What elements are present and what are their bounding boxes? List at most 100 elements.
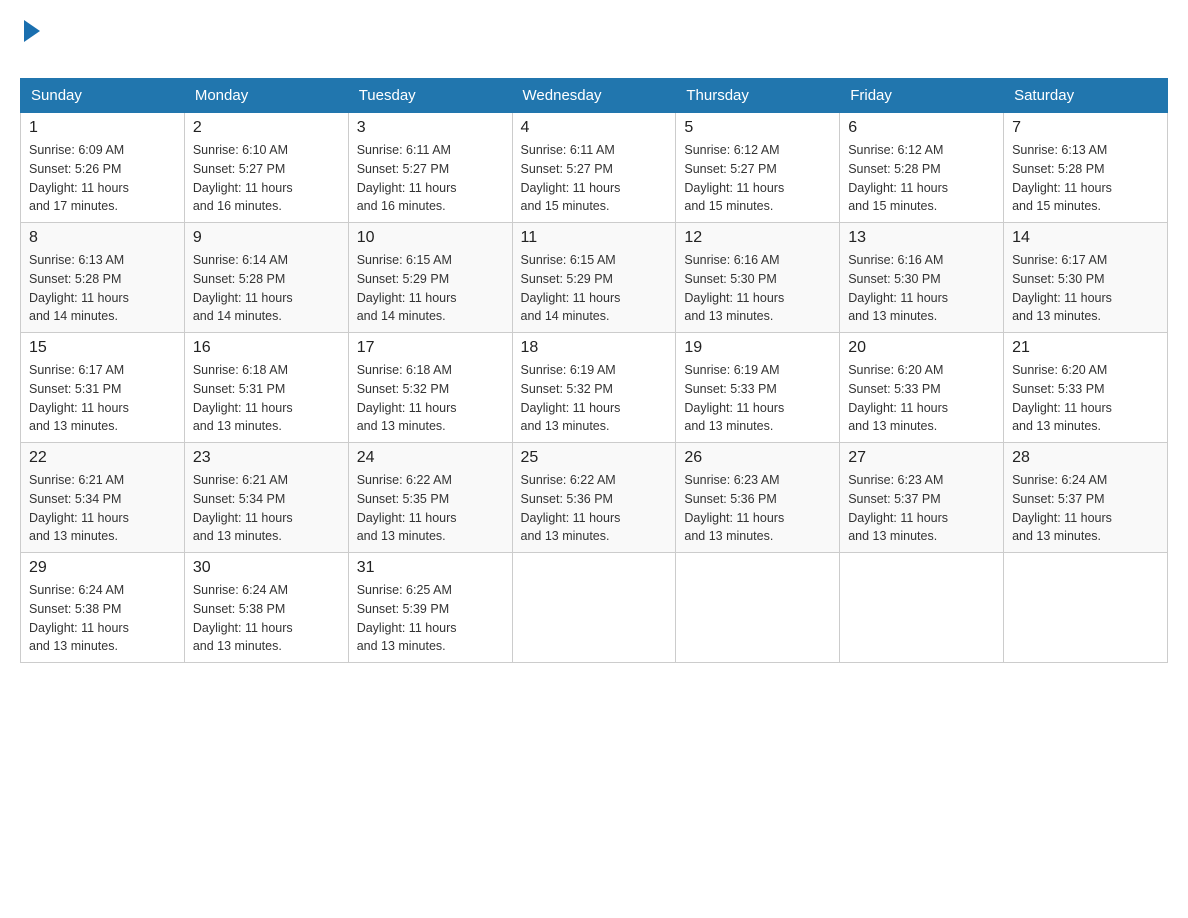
calendar-cell: 23 Sunrise: 6:21 AM Sunset: 5:34 PM Dayl… xyxy=(184,443,348,553)
day-info: Sunrise: 6:16 AM Sunset: 5:30 PM Dayligh… xyxy=(684,251,831,326)
day-info: Sunrise: 6:18 AM Sunset: 5:31 PM Dayligh… xyxy=(193,361,340,436)
day-info: Sunrise: 6:19 AM Sunset: 5:32 PM Dayligh… xyxy=(521,361,668,436)
calendar-cell: 8 Sunrise: 6:13 AM Sunset: 5:28 PM Dayli… xyxy=(21,223,185,333)
calendar-cell: 18 Sunrise: 6:19 AM Sunset: 5:32 PM Dayl… xyxy=(512,333,676,443)
day-info: Sunrise: 6:14 AM Sunset: 5:28 PM Dayligh… xyxy=(193,251,340,326)
calendar-cell: 10 Sunrise: 6:15 AM Sunset: 5:29 PM Dayl… xyxy=(348,223,512,333)
calendar-cell: 19 Sunrise: 6:19 AM Sunset: 5:33 PM Dayl… xyxy=(676,333,840,443)
calendar-cell: 26 Sunrise: 6:23 AM Sunset: 5:36 PM Dayl… xyxy=(676,443,840,553)
calendar-cell xyxy=(840,553,1004,663)
calendar-cell: 27 Sunrise: 6:23 AM Sunset: 5:37 PM Dayl… xyxy=(840,443,1004,553)
day-info: Sunrise: 6:11 AM Sunset: 5:27 PM Dayligh… xyxy=(357,141,504,216)
calendar-cell: 2 Sunrise: 6:10 AM Sunset: 5:27 PM Dayli… xyxy=(184,113,348,223)
day-number: 16 xyxy=(193,339,340,357)
day-info: Sunrise: 6:13 AM Sunset: 5:28 PM Dayligh… xyxy=(29,251,176,326)
day-info: Sunrise: 6:16 AM Sunset: 5:30 PM Dayligh… xyxy=(848,251,995,326)
day-info: Sunrise: 6:20 AM Sunset: 5:33 PM Dayligh… xyxy=(848,361,995,436)
calendar-week-row: 22 Sunrise: 6:21 AM Sunset: 5:34 PM Dayl… xyxy=(21,443,1168,553)
day-number: 7 xyxy=(1012,119,1159,137)
day-info: Sunrise: 6:17 AM Sunset: 5:31 PM Dayligh… xyxy=(29,361,176,436)
calendar-week-row: 8 Sunrise: 6:13 AM Sunset: 5:28 PM Dayli… xyxy=(21,223,1168,333)
calendar-cell: 11 Sunrise: 6:15 AM Sunset: 5:29 PM Dayl… xyxy=(512,223,676,333)
weekday-header-monday: Monday xyxy=(184,79,348,113)
day-info: Sunrise: 6:22 AM Sunset: 5:36 PM Dayligh… xyxy=(521,471,668,546)
day-info: Sunrise: 6:18 AM Sunset: 5:32 PM Dayligh… xyxy=(357,361,504,436)
calendar-cell: 12 Sunrise: 6:16 AM Sunset: 5:30 PM Dayl… xyxy=(676,223,840,333)
calendar-cell xyxy=(512,553,676,663)
day-info: Sunrise: 6:21 AM Sunset: 5:34 PM Dayligh… xyxy=(193,471,340,546)
calendar-cell: 17 Sunrise: 6:18 AM Sunset: 5:32 PM Dayl… xyxy=(348,333,512,443)
calendar-cell xyxy=(676,553,840,663)
day-number: 24 xyxy=(357,449,504,467)
day-number: 22 xyxy=(29,449,176,467)
calendar-cell: 28 Sunrise: 6:24 AM Sunset: 5:37 PM Dayl… xyxy=(1004,443,1168,553)
calendar-cell: 5 Sunrise: 6:12 AM Sunset: 5:27 PM Dayli… xyxy=(676,113,840,223)
day-number: 30 xyxy=(193,559,340,577)
calendar-cell: 31 Sunrise: 6:25 AM Sunset: 5:39 PM Dayl… xyxy=(348,553,512,663)
day-info: Sunrise: 6:24 AM Sunset: 5:37 PM Dayligh… xyxy=(1012,471,1159,546)
day-info: Sunrise: 6:22 AM Sunset: 5:35 PM Dayligh… xyxy=(357,471,504,546)
day-number: 25 xyxy=(521,449,668,467)
calendar-cell: 13 Sunrise: 6:16 AM Sunset: 5:30 PM Dayl… xyxy=(840,223,1004,333)
calendar-cell: 22 Sunrise: 6:21 AM Sunset: 5:34 PM Dayl… xyxy=(21,443,185,553)
calendar-cell: 30 Sunrise: 6:24 AM Sunset: 5:38 PM Dayl… xyxy=(184,553,348,663)
weekday-header-saturday: Saturday xyxy=(1004,79,1168,113)
calendar-cell: 9 Sunrise: 6:14 AM Sunset: 5:28 PM Dayli… xyxy=(184,223,348,333)
day-info: Sunrise: 6:25 AM Sunset: 5:39 PM Dayligh… xyxy=(357,581,504,656)
weekday-header-wednesday: Wednesday xyxy=(512,79,676,113)
day-number: 27 xyxy=(848,449,995,467)
weekday-header-tuesday: Tuesday xyxy=(348,79,512,113)
day-number: 1 xyxy=(29,119,176,137)
day-number: 29 xyxy=(29,559,176,577)
calendar-table: SundayMondayTuesdayWednesdayThursdayFrid… xyxy=(20,78,1168,663)
day-info: Sunrise: 6:15 AM Sunset: 5:29 PM Dayligh… xyxy=(357,251,504,326)
day-number: 31 xyxy=(357,559,504,577)
calendar-cell: 29 Sunrise: 6:24 AM Sunset: 5:38 PM Dayl… xyxy=(21,553,185,663)
day-number: 6 xyxy=(848,119,995,137)
day-info: Sunrise: 6:09 AM Sunset: 5:26 PM Dayligh… xyxy=(29,141,176,216)
calendar-week-row: 15 Sunrise: 6:17 AM Sunset: 5:31 PM Dayl… xyxy=(21,333,1168,443)
day-info: Sunrise: 6:12 AM Sunset: 5:28 PM Dayligh… xyxy=(848,141,995,216)
logo xyxy=(20,20,40,68)
day-info: Sunrise: 6:10 AM Sunset: 5:27 PM Dayligh… xyxy=(193,141,340,216)
calendar-cell: 20 Sunrise: 6:20 AM Sunset: 5:33 PM Dayl… xyxy=(840,333,1004,443)
day-info: Sunrise: 6:19 AM Sunset: 5:33 PM Dayligh… xyxy=(684,361,831,436)
calendar-cell: 1 Sunrise: 6:09 AM Sunset: 5:26 PM Dayli… xyxy=(21,113,185,223)
calendar-cell: 4 Sunrise: 6:11 AM Sunset: 5:27 PM Dayli… xyxy=(512,113,676,223)
day-number: 17 xyxy=(357,339,504,357)
day-number: 18 xyxy=(521,339,668,357)
day-number: 20 xyxy=(848,339,995,357)
weekday-header-sunday: Sunday xyxy=(21,79,185,113)
calendar-cell: 7 Sunrise: 6:13 AM Sunset: 5:28 PM Dayli… xyxy=(1004,113,1168,223)
calendar-header-row: SundayMondayTuesdayWednesdayThursdayFrid… xyxy=(21,79,1168,113)
day-number: 5 xyxy=(684,119,831,137)
day-number: 14 xyxy=(1012,229,1159,247)
day-info: Sunrise: 6:21 AM Sunset: 5:34 PM Dayligh… xyxy=(29,471,176,546)
calendar-cell: 25 Sunrise: 6:22 AM Sunset: 5:36 PM Dayl… xyxy=(512,443,676,553)
calendar-cell: 3 Sunrise: 6:11 AM Sunset: 5:27 PM Dayli… xyxy=(348,113,512,223)
day-number: 8 xyxy=(29,229,176,247)
day-info: Sunrise: 6:24 AM Sunset: 5:38 PM Dayligh… xyxy=(193,581,340,656)
day-info: Sunrise: 6:23 AM Sunset: 5:37 PM Dayligh… xyxy=(848,471,995,546)
day-number: 9 xyxy=(193,229,340,247)
day-number: 28 xyxy=(1012,449,1159,467)
day-info: Sunrise: 6:17 AM Sunset: 5:30 PM Dayligh… xyxy=(1012,251,1159,326)
day-number: 2 xyxy=(193,119,340,137)
calendar-cell: 15 Sunrise: 6:17 AM Sunset: 5:31 PM Dayl… xyxy=(21,333,185,443)
day-number: 19 xyxy=(684,339,831,357)
day-number: 11 xyxy=(521,229,668,247)
calendar-cell: 6 Sunrise: 6:12 AM Sunset: 5:28 PM Dayli… xyxy=(840,113,1004,223)
day-number: 23 xyxy=(193,449,340,467)
weekday-header-friday: Friday xyxy=(840,79,1004,113)
calendar-cell: 16 Sunrise: 6:18 AM Sunset: 5:31 PM Dayl… xyxy=(184,333,348,443)
day-info: Sunrise: 6:12 AM Sunset: 5:27 PM Dayligh… xyxy=(684,141,831,216)
page-header xyxy=(20,20,1168,68)
day-info: Sunrise: 6:13 AM Sunset: 5:28 PM Dayligh… xyxy=(1012,141,1159,216)
day-number: 4 xyxy=(521,119,668,137)
calendar-week-row: 1 Sunrise: 6:09 AM Sunset: 5:26 PM Dayli… xyxy=(21,113,1168,223)
calendar-cell: 21 Sunrise: 6:20 AM Sunset: 5:33 PM Dayl… xyxy=(1004,333,1168,443)
day-number: 13 xyxy=(848,229,995,247)
day-info: Sunrise: 6:20 AM Sunset: 5:33 PM Dayligh… xyxy=(1012,361,1159,436)
logo-arrow-icon xyxy=(24,20,40,42)
day-number: 26 xyxy=(684,449,831,467)
